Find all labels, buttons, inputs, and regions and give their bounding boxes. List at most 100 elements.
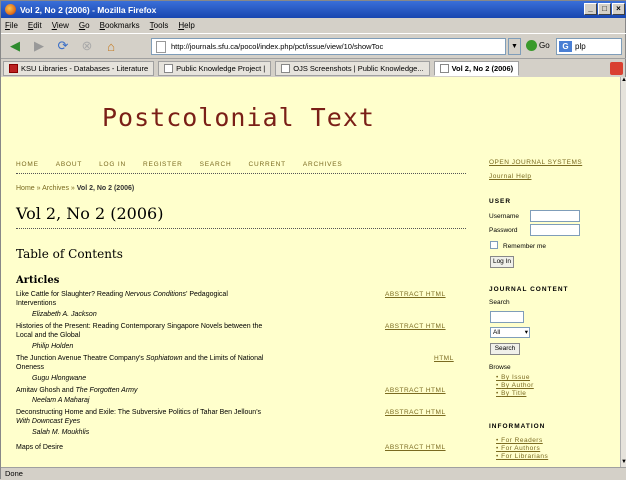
tab-ojs-screenshots[interactable]: OJS Screenshots | Public Knowledge... [275, 61, 430, 76]
for-librarians-link[interactable]: • For Librarians [496, 453, 548, 460]
info-label-text: For Librarians [501, 453, 549, 460]
for-authors-link[interactable]: • For Authors [496, 445, 540, 452]
for-readers-link[interactable]: • For Readers [496, 437, 543, 444]
nav-archives[interactable]: ARCHIVES [303, 161, 343, 168]
browse-label-text: By Issue [501, 374, 531, 381]
scroll-up-icon[interactable]: ▲ [621, 77, 626, 85]
url-bar[interactable]: http://journals.sfu.ca/pocol/index.php/p… [151, 38, 506, 55]
browse-by-author[interactable]: • By Author [496, 382, 534, 389]
tab-label: Public Knowledge Project | [176, 64, 266, 73]
browse-label-text: By Author [501, 382, 534, 389]
article-author: Salah M. Moukhlis [32, 429, 90, 436]
article-title[interactable]: Deconstructing Home and Exile: The Subve… [16, 408, 356, 426]
home-icon: ⌂ [107, 38, 115, 54]
minimize-button[interactable]: _ [584, 3, 597, 15]
tab-pkp[interactable]: Public Knowledge Project | [158, 61, 272, 76]
google-icon: G [559, 41, 572, 52]
crumb-sep: » [36, 185, 41, 192]
back-button[interactable]: ◀ [5, 36, 25, 56]
article-links[interactable]: ABSTRACT HTML [385, 291, 446, 298]
tab-label: Vol 2, No 2 (2006) [451, 64, 514, 73]
nav-home[interactable]: HOME [16, 161, 39, 168]
forward-button[interactable]: ▶ [29, 36, 49, 56]
login-button[interactable]: Log In [490, 256, 514, 268]
toc-heading: Table of Contents [16, 247, 123, 261]
search-button[interactable]: Search [490, 343, 520, 355]
home-button[interactable]: ⌂ [101, 36, 121, 56]
menu-go[interactable]: Go [79, 21, 90, 30]
divider [16, 173, 466, 174]
go-label: Go [539, 41, 550, 50]
crumb-archives[interactable]: Archives [42, 185, 69, 192]
ojs-link[interactable]: OPEN JOURNAL SYSTEMS [489, 159, 582, 166]
nav-current[interactable]: CURRENT [248, 161, 285, 168]
nav-login[interactable]: LOG IN [99, 161, 126, 168]
article-title[interactable]: Maps of Desire [16, 443, 356, 452]
breadcrumb: Home » Archives » Vol 2, No 2 (2006) [16, 185, 134, 192]
title-italic: The Forgotten Army [75, 387, 138, 394]
nav-search[interactable]: SEARCH [200, 161, 232, 168]
nav-about[interactable]: ABOUT [56, 161, 82, 168]
title-part: Local and the Global [16, 332, 81, 339]
menu-file[interactable]: File [5, 21, 18, 30]
remember-checkbox[interactable] [490, 241, 498, 249]
title-part: Interventions [16, 300, 57, 307]
menu-tools[interactable]: Tools [150, 21, 169, 30]
info-label-text: For Readers [501, 437, 543, 444]
crumb-current: Vol 2, No 2 (2006) [76, 185, 135, 192]
vertical-scrollbar[interactable]: ▲ ▼ [620, 77, 626, 467]
article-links[interactable]: ABSTRACT HTML [385, 323, 446, 330]
article-title[interactable]: Amitav Ghosh and The Forgotten Army [16, 386, 356, 395]
reload-button[interactable]: ⟳ [53, 36, 73, 56]
tab-vol2[interactable]: Vol 2, No 2 (2006) [433, 61, 520, 76]
stop-button[interactable]: ⊗ [77, 36, 97, 56]
article-title[interactable]: Like Cattle for Slaughter? Reading Nervo… [16, 290, 356, 308]
menu-edit[interactable]: Edit [28, 21, 42, 30]
menu-bookmarks[interactable]: Bookmarks [100, 21, 140, 30]
info-label-text: For Authors [501, 445, 541, 452]
go-icon [526, 40, 537, 51]
title-part: The Junction Avenue Theatre Company's [16, 355, 146, 362]
browse-label: Browse [489, 364, 511, 371]
username-label: Username [489, 213, 519, 220]
article-links[interactable]: ABSTRACT HTML [385, 444, 446, 451]
tab-ksu-libraries[interactable]: KSU Libraries - Databases - Literature [3, 61, 155, 76]
browse-by-title[interactable]: • By Title [496, 390, 526, 397]
go-button[interactable]: Go [526, 40, 550, 51]
journal-help-link[interactable]: Journal Help [489, 173, 532, 180]
password-input[interactable] [530, 224, 580, 236]
page-icon [164, 64, 174, 73]
url-dropdown-button[interactable]: ▼ [508, 38, 521, 55]
chevron-down-icon: ▾ [524, 329, 528, 336]
menu-view[interactable]: View [52, 21, 69, 30]
section-heading: Articles [16, 275, 60, 286]
tab-bar: KSU Libraries - Databases - Literature P… [1, 60, 626, 77]
nav-register[interactable]: REGISTER [143, 161, 183, 168]
title-italic: Sophiatown [145, 355, 183, 362]
title-part: Histories of the Present: Reading Contem… [16, 323, 263, 330]
article-links[interactable]: ABSTRACT HTML [385, 387, 446, 394]
ksu-icon [9, 64, 18, 73]
crumb-home[interactable]: Home [16, 185, 35, 192]
browse-by-issue[interactable]: • By Issue [496, 374, 530, 381]
page-icon [439, 64, 449, 73]
search-value: plp [575, 42, 586, 51]
search-input[interactable]: G plp [556, 38, 622, 55]
scroll-down-icon[interactable]: ▼ [621, 459, 626, 467]
article-author: Philip Holden [32, 343, 74, 350]
article-links[interactable]: HTML [434, 355, 454, 362]
username-input[interactable] [530, 210, 580, 222]
search-scope-select[interactable]: All ▾ [490, 327, 530, 338]
article-title[interactable]: The Junction Avenue Theatre Company's So… [16, 354, 356, 372]
journal-search-input[interactable] [490, 311, 524, 323]
close-button[interactable]: × [612, 3, 625, 15]
page-icon [281, 64, 291, 73]
close-tab-icon[interactable] [610, 62, 623, 75]
status-bar: Done [1, 467, 626, 480]
article-title[interactable]: Histories of the Present: Reading Contem… [16, 322, 356, 340]
article-author: Elizabeth A. Jackson [32, 311, 97, 318]
menu-help[interactable]: Help [178, 21, 194, 30]
article-links[interactable]: ABSTRACT HTML [385, 409, 446, 416]
maximize-button[interactable]: □ [598, 3, 611, 15]
title-part: Maps of Desire [16, 444, 64, 451]
